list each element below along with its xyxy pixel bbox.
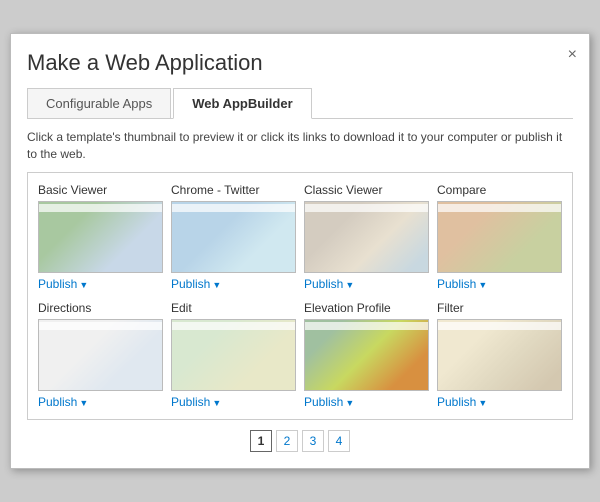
page-button-3[interactable]: 3 xyxy=(302,430,324,452)
card-title-filter: Filter xyxy=(437,301,562,315)
publish-button-chrome-twitter[interactable]: Publish xyxy=(171,277,296,291)
dialog: Make a Web Application × Configurable Ap… xyxy=(10,33,590,470)
tabs-container: Configurable Apps Web AppBuilder xyxy=(27,88,573,119)
pagination: 1234 xyxy=(27,430,573,452)
templates-grid-container: Basic Viewer Publish Chrome - Twitter Publi… xyxy=(27,172,573,420)
card-thumbnail-compare[interactable] xyxy=(437,201,562,273)
card-title-elevation-profile: Elevation Profile xyxy=(304,301,429,315)
card-title-compare: Compare xyxy=(437,183,562,197)
description-text: Click a template's thumbnail to preview … xyxy=(27,129,573,163)
card-thumbnail-elevation-profile[interactable] xyxy=(304,319,429,391)
card-thumbnail-basic-viewer[interactable] xyxy=(38,201,163,273)
page-button-1[interactable]: 1 xyxy=(250,430,272,452)
publish-button-basic-viewer[interactable]: Publish xyxy=(38,277,163,291)
publish-button-edit[interactable]: Publish xyxy=(171,395,296,409)
publish-button-compare[interactable]: Publish xyxy=(437,277,562,291)
dialog-title: Make a Web Application xyxy=(27,50,573,76)
card-thumbnail-directions[interactable] xyxy=(38,319,163,391)
tab-web-appbuilder[interactable]: Web AppBuilder xyxy=(173,88,311,119)
card-thumbnail-edit[interactable] xyxy=(171,319,296,391)
card-filter: Filter Publish xyxy=(437,301,562,409)
card-title-chrome-twitter: Chrome - Twitter xyxy=(171,183,296,197)
page-button-4[interactable]: 4 xyxy=(328,430,350,452)
card-directions: Directions Publish xyxy=(38,301,163,409)
card-title-directions: Directions xyxy=(38,301,163,315)
publish-button-classic-viewer[interactable]: Publish xyxy=(304,277,429,291)
card-title-basic-viewer: Basic Viewer xyxy=(38,183,163,197)
card-thumbnail-chrome-twitter[interactable] xyxy=(171,201,296,273)
templates-grid: Basic Viewer Publish Chrome - Twitter Publi… xyxy=(38,183,562,409)
card-thumbnail-filter[interactable] xyxy=(437,319,562,391)
card-title-edit: Edit xyxy=(171,301,296,315)
publish-button-directions[interactable]: Publish xyxy=(38,395,163,409)
publish-button-elevation-profile[interactable]: Publish xyxy=(304,395,429,409)
close-button[interactable]: × xyxy=(568,46,577,64)
card-elevation-profile: Elevation Profile Publish xyxy=(304,301,429,409)
publish-button-filter[interactable]: Publish xyxy=(437,395,562,409)
card-compare: Compare Publish xyxy=(437,183,562,291)
card-edit: Edit Publish xyxy=(171,301,296,409)
tab-configurable-apps[interactable]: Configurable Apps xyxy=(27,88,171,118)
card-title-classic-viewer: Classic Viewer xyxy=(304,183,429,197)
card-thumbnail-classic-viewer[interactable] xyxy=(304,201,429,273)
page-button-2[interactable]: 2 xyxy=(276,430,298,452)
card-chrome-twitter: Chrome - Twitter Publish xyxy=(171,183,296,291)
card-classic-viewer: Classic Viewer Publish xyxy=(304,183,429,291)
card-basic-viewer: Basic Viewer Publish xyxy=(38,183,163,291)
